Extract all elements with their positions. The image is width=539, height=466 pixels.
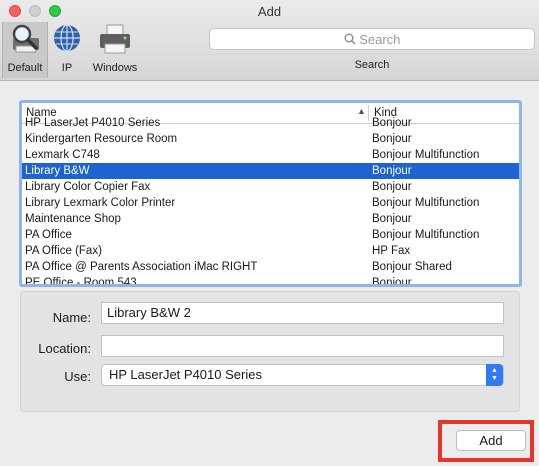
printer-kind: Bonjour [372, 213, 412, 225]
list-item[interactable]: Library Lexmark Color Printer Bonjour Mu… [22, 195, 519, 211]
printer-name: Lexmark C748 [25, 149, 100, 161]
tool-ip[interactable]: IP [50, 22, 84, 78]
printer-kind: Bonjour [372, 181, 412, 193]
printer-name: PE Office - Room 543 [25, 277, 137, 287]
tool-windows[interactable]: Windows [90, 22, 140, 78]
printer-name: HP LaserJet P4010 Series [25, 117, 161, 129]
name-field[interactable]: Library B&W 2 [101, 302, 504, 324]
printer-kind: Bonjour Multifunction [372, 149, 480, 161]
printer-name: PA Office [25, 229, 72, 241]
printer-name: Kindergarten Resource Room [25, 133, 178, 145]
list-item[interactable]: Library Color Copier Fax Bonjour [22, 179, 519, 195]
tool-ip-label: IP [61, 62, 73, 74]
tool-default-label: Default [7, 62, 43, 74]
tool-windows-label: Windows [92, 62, 138, 74]
location-label: Location: [38, 341, 91, 356]
printer-name: PA Office (Fax) [25, 245, 102, 257]
search-placeholder: Search [359, 32, 401, 47]
list-item[interactable]: HP LaserJet P4010 Series Bonjour [22, 115, 519, 131]
select-stepper-icon: ▲ ▼ [486, 364, 503, 386]
window-title: Add [257, 4, 282, 19]
printer-kind: Bonjour Shared [372, 261, 452, 273]
name-label: Name: [52, 310, 91, 325]
printer-kind: Bonjour [372, 133, 412, 145]
search-field[interactable]: Search [209, 28, 535, 50]
printer-details-form: Name: Library B&W 2 Location: Use: HP La… [20, 291, 520, 412]
add-button[interactable]: Add [456, 430, 526, 451]
printer-kind: Bonjour Multifunction [372, 197, 480, 209]
magnifier-printer-icon [5, 22, 45, 58]
printer-kind: Bonjour Multifunction [372, 229, 480, 241]
list-item-selected[interactable]: Library B&W Bonjour [22, 163, 519, 179]
search-icon [344, 32, 360, 47]
search-label: Search [354, 59, 390, 71]
list-item[interactable]: Kindergarten Resource Room Bonjour [22, 131, 519, 147]
printer-name: Library Lexmark Color Printer [25, 197, 176, 209]
list-item[interactable]: PE Office - Room 543 Bonjour [22, 275, 519, 287]
add-button-highlight: Add [438, 420, 534, 462]
globe-icon [50, 22, 84, 58]
list-item[interactable]: Lexmark C748 Bonjour Multifunction [22, 147, 519, 163]
list-item[interactable]: PA Office (Fax) HP Fax [22, 243, 519, 259]
location-field[interactable] [101, 335, 504, 357]
printer-name: Maintenance Shop [25, 213, 121, 225]
tool-default[interactable]: Default [2, 22, 48, 78]
window-titlebar: Add Default IP Windows Search Search [0, 0, 539, 81]
printer-list[interactable]: Name ▲ Kind HP LaserJet P4010 Series Bon… [19, 100, 522, 287]
use-label: Use: [64, 369, 91, 384]
printer-icon [95, 22, 135, 58]
printer-name: Library B&W [25, 165, 90, 177]
use-driver-value: HP LaserJet P4010 Series [109, 367, 262, 382]
printer-kind: Bonjour [372, 165, 412, 177]
printer-kind: Bonjour [372, 277, 412, 287]
list-item[interactable]: PA Office Bonjour Multifunction [22, 227, 519, 243]
use-driver-select[interactable]: HP LaserJet P4010 Series ▲ ▼ [101, 364, 504, 386]
printer-kind: HP Fax [372, 245, 411, 257]
list-item[interactable]: PA Office @ Parents Association iMac RIG… [22, 259, 519, 275]
printer-name: Library Color Copier Fax [25, 181, 151, 193]
printer-name: PA Office @ Parents Association iMac RIG… [25, 261, 258, 273]
list-item[interactable]: Maintenance Shop Bonjour [22, 211, 519, 227]
printer-kind: Bonjour [372, 117, 412, 129]
